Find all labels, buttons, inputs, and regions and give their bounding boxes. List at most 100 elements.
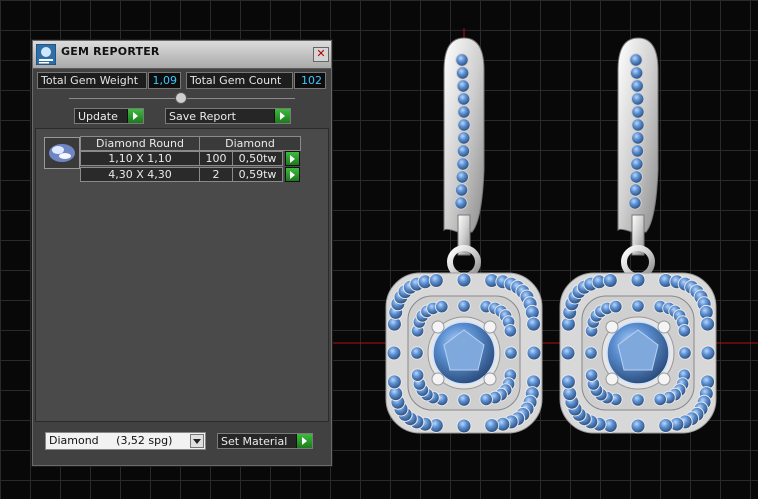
total-gem-weight-value: 1,09 bbox=[148, 72, 181, 89]
inner-halo-gem bbox=[479, 392, 494, 407]
material-selected-value: Diamond (3,52 spg) bbox=[49, 434, 173, 447]
halo-gem bbox=[630, 418, 646, 434]
hoop-gem bbox=[629, 66, 644, 80]
inner-halo-gem bbox=[504, 346, 518, 360]
update-button-label: Update bbox=[78, 110, 118, 123]
gem-row-weight: 0,59tw bbox=[232, 167, 283, 182]
save-report-button[interactable]: Save Report bbox=[165, 108, 291, 124]
window-title: GEM REPORTER bbox=[61, 45, 160, 58]
hoop-gem bbox=[456, 157, 470, 171]
prong bbox=[657, 320, 671, 334]
inner-halo-gem bbox=[678, 346, 692, 360]
inner-halo-gem bbox=[653, 392, 668, 407]
hoop-gem bbox=[629, 170, 643, 184]
halo-gem bbox=[428, 273, 444, 288]
hoop-gem bbox=[631, 131, 645, 145]
gem-reporter-panel: GEM REPORTER ✕ Total Gem Weight 1,09 Tot… bbox=[32, 40, 332, 466]
green-play-arrow-icon bbox=[127, 109, 143, 123]
slider-knob-icon[interactable] bbox=[175, 92, 187, 104]
prong bbox=[431, 320, 445, 334]
gem-row-count: 100 bbox=[199, 151, 233, 166]
hoop-gem bbox=[630, 92, 645, 106]
green-play-arrow-icon bbox=[274, 109, 290, 123]
hoop-gem bbox=[455, 66, 470, 80]
hoop-gem bbox=[457, 105, 471, 119]
hoop-gem bbox=[457, 118, 471, 132]
halo-gem bbox=[630, 272, 646, 288]
halo-gem bbox=[560, 374, 576, 390]
prong bbox=[483, 320, 497, 334]
total-gem-weight-label: Total Gem Weight bbox=[37, 72, 147, 89]
inner-halo-gem bbox=[410, 346, 424, 360]
green-play-arrow-icon[interactable] bbox=[285, 167, 300, 182]
hoop-gem bbox=[628, 183, 643, 197]
green-play-arrow-icon[interactable] bbox=[285, 151, 300, 166]
update-button[interactable]: Update bbox=[74, 108, 144, 124]
halo-gem bbox=[526, 345, 542, 361]
inner-halo-gem bbox=[609, 299, 623, 314]
gem-reporter-app-icon bbox=[36, 44, 56, 65]
inner-halo-gem bbox=[631, 299, 645, 313]
set-material-button-label: Set Material bbox=[221, 435, 288, 448]
hoop-gem bbox=[628, 196, 642, 210]
earring-left bbox=[385, 37, 543, 434]
inner-halo-gem bbox=[503, 324, 518, 338]
halo-gem bbox=[526, 316, 542, 332]
hoop-gem bbox=[455, 53, 469, 67]
total-gem-count-label: Total Gem Count bbox=[186, 72, 293, 89]
gem-row-weight: 0,50tw bbox=[232, 151, 283, 166]
hoop-gem bbox=[454, 196, 468, 210]
title-bar[interactable]: GEM REPORTER ✕ bbox=[33, 41, 331, 69]
halo-gem bbox=[456, 418, 472, 434]
hoop-gem bbox=[629, 53, 643, 67]
halo-gem bbox=[386, 374, 402, 390]
inner-halo-gem bbox=[631, 393, 645, 407]
gem-list: Diamond Round Diamond 1,10 X 1,10 100 0,… bbox=[35, 128, 329, 422]
set-material-button[interactable]: Set Material bbox=[217, 433, 313, 449]
inner-halo-gem bbox=[584, 368, 599, 383]
hoop-gem bbox=[454, 183, 469, 197]
halo-gem bbox=[560, 345, 576, 361]
diamond-round-thumbnail-icon[interactable] bbox=[44, 137, 80, 169]
hoop-gem bbox=[455, 170, 469, 184]
hoop-gem bbox=[630, 79, 644, 93]
inner-halo-gem bbox=[457, 393, 471, 407]
earring-right bbox=[559, 37, 717, 434]
halo-gem bbox=[602, 273, 618, 288]
inner-halo-gem bbox=[584, 346, 598, 360]
prong bbox=[431, 372, 445, 386]
inner-halo-gem bbox=[410, 368, 425, 383]
hoop-gem bbox=[630, 144, 645, 158]
halo-gem bbox=[386, 345, 402, 361]
green-play-arrow-icon bbox=[296, 434, 312, 448]
halo-gem bbox=[700, 316, 716, 332]
hoop-gem bbox=[630, 157, 644, 171]
total-gem-count-value: 102 bbox=[294, 72, 326, 89]
gem-row-size: 1,10 X 1,10 bbox=[80, 151, 200, 166]
hoop-gem bbox=[631, 118, 645, 132]
chevron-down-icon[interactable] bbox=[190, 434, 204, 448]
halo-gem bbox=[658, 418, 674, 433]
inner-halo-gem bbox=[677, 324, 692, 338]
gem-row-count: 2 bbox=[199, 167, 233, 182]
close-icon[interactable]: ✕ bbox=[313, 47, 329, 62]
table-header-shape: Diamond Round bbox=[80, 136, 200, 151]
hoop-gem bbox=[456, 144, 471, 158]
prong bbox=[483, 372, 497, 386]
halo-gem bbox=[484, 418, 500, 433]
hoop-gem bbox=[631, 105, 645, 119]
table-header-material: Diamond bbox=[199, 136, 301, 151]
material-dropdown[interactable]: Diamond (3,52 spg) bbox=[45, 432, 206, 450]
hoop-gem bbox=[456, 92, 471, 106]
inner-halo-gem bbox=[435, 299, 449, 314]
prong bbox=[605, 320, 619, 334]
inner-halo-gem bbox=[457, 299, 471, 313]
halo-gem bbox=[456, 272, 472, 288]
hoop-gem bbox=[456, 79, 470, 93]
prong bbox=[657, 372, 671, 386]
gem-row-size: 4,30 X 4,30 bbox=[80, 167, 200, 182]
prong bbox=[605, 372, 619, 386]
halo-gem bbox=[700, 345, 716, 361]
hoop-gem bbox=[457, 131, 471, 145]
save-report-button-label: Save Report bbox=[169, 110, 236, 123]
